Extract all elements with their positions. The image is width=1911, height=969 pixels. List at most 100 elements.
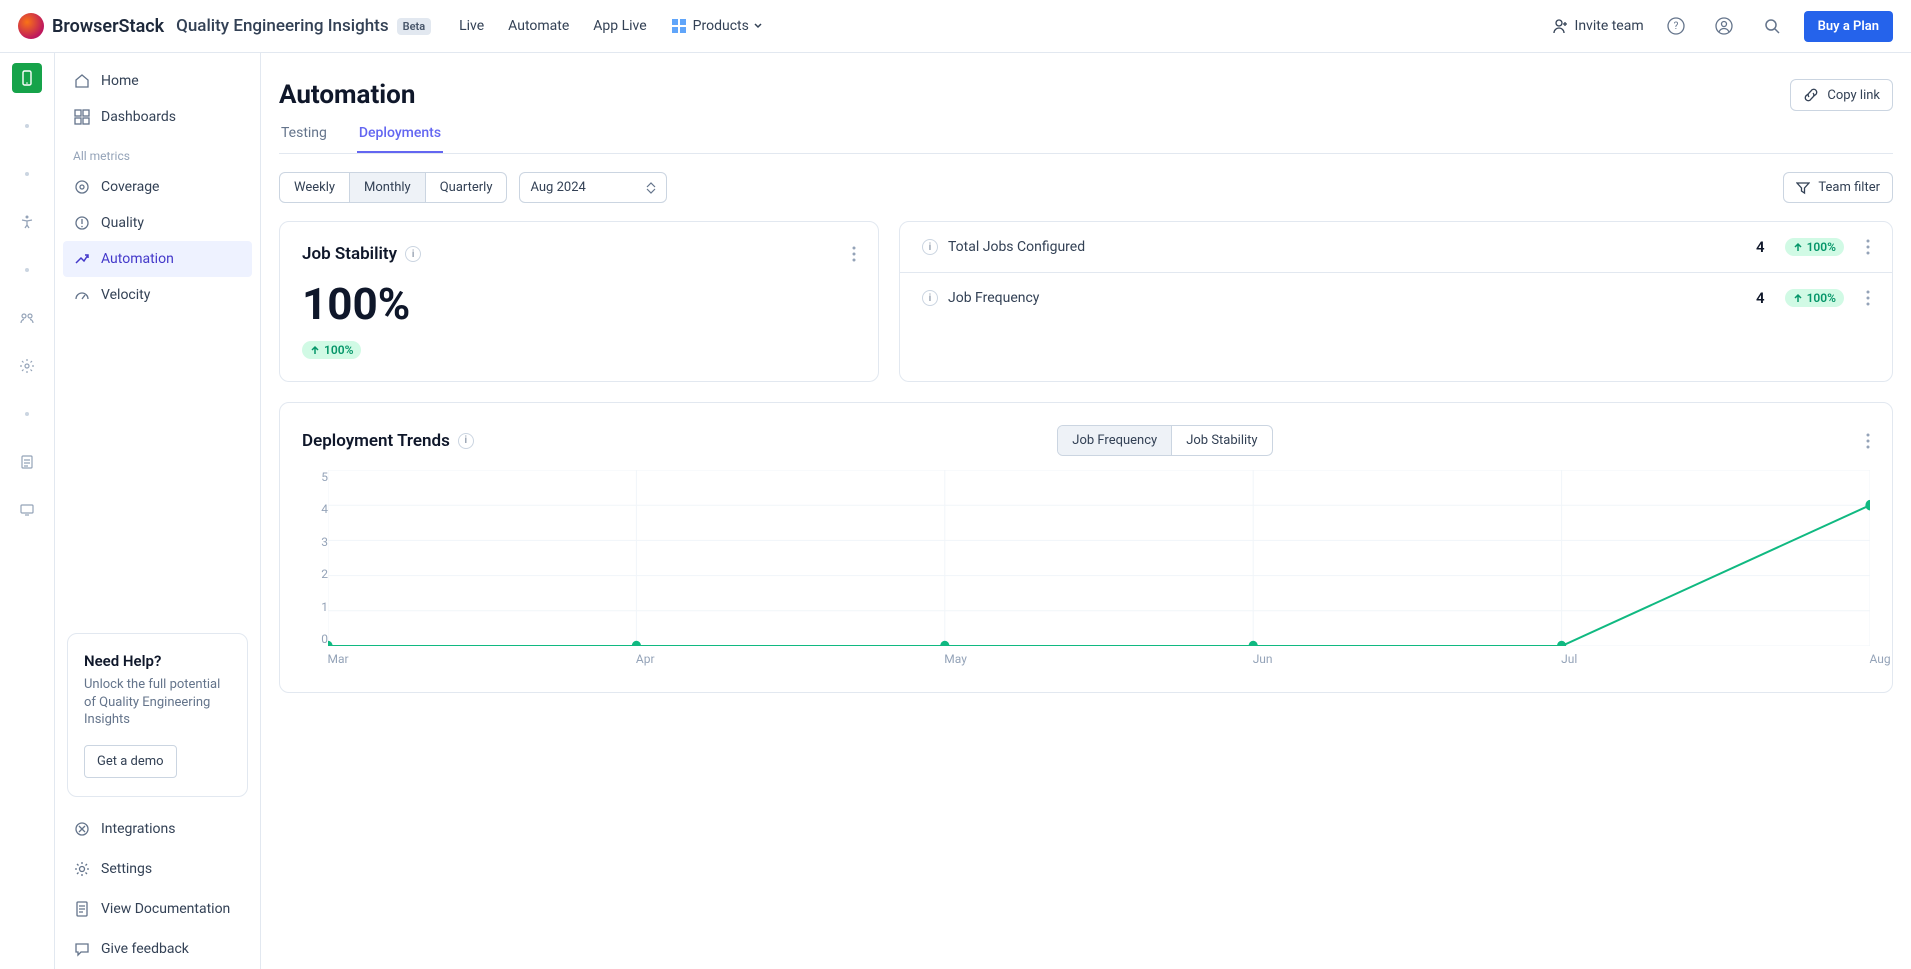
segment-weekly[interactable]: Weekly — [280, 173, 350, 202]
segment-monthly[interactable]: Monthly — [350, 173, 426, 202]
segment-quarterly[interactable]: Quarterly — [426, 173, 507, 202]
info-icon[interactable]: i — [458, 433, 474, 449]
sidebar-item-label: Dashboards — [101, 109, 176, 125]
rail-item-0[interactable] — [12, 63, 42, 93]
kebab-menu-button[interactable] — [852, 246, 856, 262]
chart-y-axis: 543210 — [302, 470, 328, 646]
kebab-icon — [1866, 433, 1870, 449]
kebab-menu-button[interactable] — [1866, 239, 1870, 255]
help-card: Need Help? Unlock the full potential of … — [67, 633, 248, 797]
info-icon[interactable]: i — [405, 246, 421, 262]
period-segmented: Weekly Monthly Quarterly — [279, 172, 507, 203]
trend-pill: 100% — [1785, 289, 1844, 307]
help-card-title: Need Help? — [84, 652, 231, 670]
sidebar-item-coverage[interactable]: Coverage — [63, 169, 252, 205]
sidebar-item-velocity[interactable]: Velocity — [63, 277, 252, 313]
brand-name: BrowserStack — [52, 16, 164, 37]
sidebar-item-docs[interactable]: View Documentation — [63, 889, 252, 929]
rail-item-8[interactable] — [12, 447, 42, 477]
chevron-down-icon — [646, 188, 656, 194]
date-select-value: Aug 2024 — [530, 180, 585, 195]
sidebar-item-feedback[interactable]: Give feedback — [63, 929, 252, 969]
trend-pill: 100% — [302, 341, 361, 359]
rail-item-3[interactable] — [12, 207, 42, 237]
brand-logo-icon — [18, 13, 44, 39]
rail-item-2[interactable] — [12, 159, 42, 189]
dashboard-icon — [73, 108, 91, 126]
account-button[interactable] — [1708, 10, 1740, 42]
chart-title: Deployment Trends — [302, 431, 450, 451]
help-icon: ? — [1667, 17, 1685, 35]
chat-icon — [73, 940, 91, 958]
copy-link-button[interactable]: Copy link — [1790, 79, 1893, 111]
trend-value: 100% — [324, 343, 353, 357]
gauge-icon — [73, 286, 91, 304]
sidebar-footer: Integrations Settings View Documentation… — [63, 809, 252, 969]
search-icon — [1763, 17, 1781, 35]
search-button[interactable] — [1756, 10, 1788, 42]
nav-link-automate[interactable]: Automate — [508, 18, 569, 34]
date-select[interactable]: Aug 2024 — [519, 172, 667, 203]
sidebar-item-quality[interactable]: Quality — [63, 205, 252, 241]
svg-text:?: ? — [1673, 21, 1678, 32]
sidebar-item-label: Home — [101, 73, 139, 89]
dot-icon — [24, 171, 30, 177]
sidebar-item-label: Give feedback — [101, 941, 189, 957]
get-demo-button[interactable]: Get a demo — [84, 745, 177, 778]
kebab-icon — [1866, 239, 1870, 255]
help-button[interactable]: ? — [1660, 10, 1692, 42]
home-icon — [73, 72, 91, 90]
page-title: Automation — [279, 80, 415, 110]
metric-label: Total Jobs Configured — [948, 239, 1085, 255]
automation-icon — [73, 250, 91, 268]
chevron-down-icon — [752, 20, 764, 32]
nav-link-products[interactable]: Products — [671, 18, 764, 34]
sidebar-item-integrations[interactable]: Integrations — [63, 809, 252, 849]
nav-link-live[interactable]: Live — [459, 18, 484, 34]
tab-deployments[interactable]: Deployments — [357, 125, 443, 153]
beta-badge: Beta — [397, 18, 432, 35]
sidebar-item-settings[interactable]: Settings — [63, 849, 252, 889]
sidebar-item-label: View Documentation — [101, 901, 230, 917]
grid-icon — [671, 18, 687, 34]
sidebar-item-label: Quality — [101, 215, 144, 231]
filter-icon — [1796, 181, 1810, 195]
chart-toggle-job-stability[interactable]: Job Stability — [1172, 426, 1271, 455]
rail-item-6[interactable] — [12, 351, 42, 381]
sidebar-item-automation[interactable]: Automation — [63, 241, 252, 277]
nav-link-app-live[interactable]: App Live — [593, 18, 646, 34]
user-plus-icon — [1553, 18, 1569, 34]
team-icon — [19, 310, 35, 326]
kebab-menu-button[interactable] — [1866, 290, 1870, 306]
sidebar-item-dashboards[interactable]: Dashboards — [63, 99, 252, 135]
main: Automation Copy link Testing Deployments… — [261, 53, 1911, 969]
metric-label: Job Frequency — [948, 290, 1039, 306]
kebab-menu-button[interactable] — [1866, 433, 1870, 449]
invite-team-button[interactable]: Invite team — [1553, 18, 1644, 34]
dot-icon — [24, 267, 30, 273]
rail-item-4[interactable] — [12, 255, 42, 285]
team-filter-label: Team filter — [1818, 180, 1880, 195]
arrow-up-icon — [1793, 242, 1803, 252]
plug-icon — [73, 820, 91, 838]
card-title: Job Stability — [302, 244, 397, 264]
tabs: Testing Deployments — [279, 125, 1893, 154]
gear-icon — [73, 860, 91, 878]
chart-area: 543210 MarAprMayJunJulAug — [302, 470, 1870, 670]
metric-value: 4 — [1756, 238, 1765, 256]
target-icon — [73, 178, 91, 196]
rail-item-7[interactable] — [12, 399, 42, 429]
team-filter-button[interactable]: Team filter — [1783, 172, 1893, 203]
tab-testing[interactable]: Testing — [279, 125, 329, 153]
info-icon[interactable]: i — [922, 290, 938, 306]
nav-link-products-label: Products — [693, 18, 749, 34]
rail-item-9[interactable] — [12, 495, 42, 525]
trend-pill: 100% — [1785, 238, 1844, 256]
rail-item-1[interactable] — [12, 111, 42, 141]
sidebar-item-label: Automation — [101, 251, 174, 267]
rail-item-5[interactable] — [12, 303, 42, 333]
chart-toggle-job-frequency[interactable]: Job Frequency — [1058, 426, 1172, 455]
buy-plan-button[interactable]: Buy a Plan — [1804, 11, 1893, 42]
sidebar-item-home[interactable]: Home — [63, 63, 252, 99]
info-icon[interactable]: i — [922, 239, 938, 255]
